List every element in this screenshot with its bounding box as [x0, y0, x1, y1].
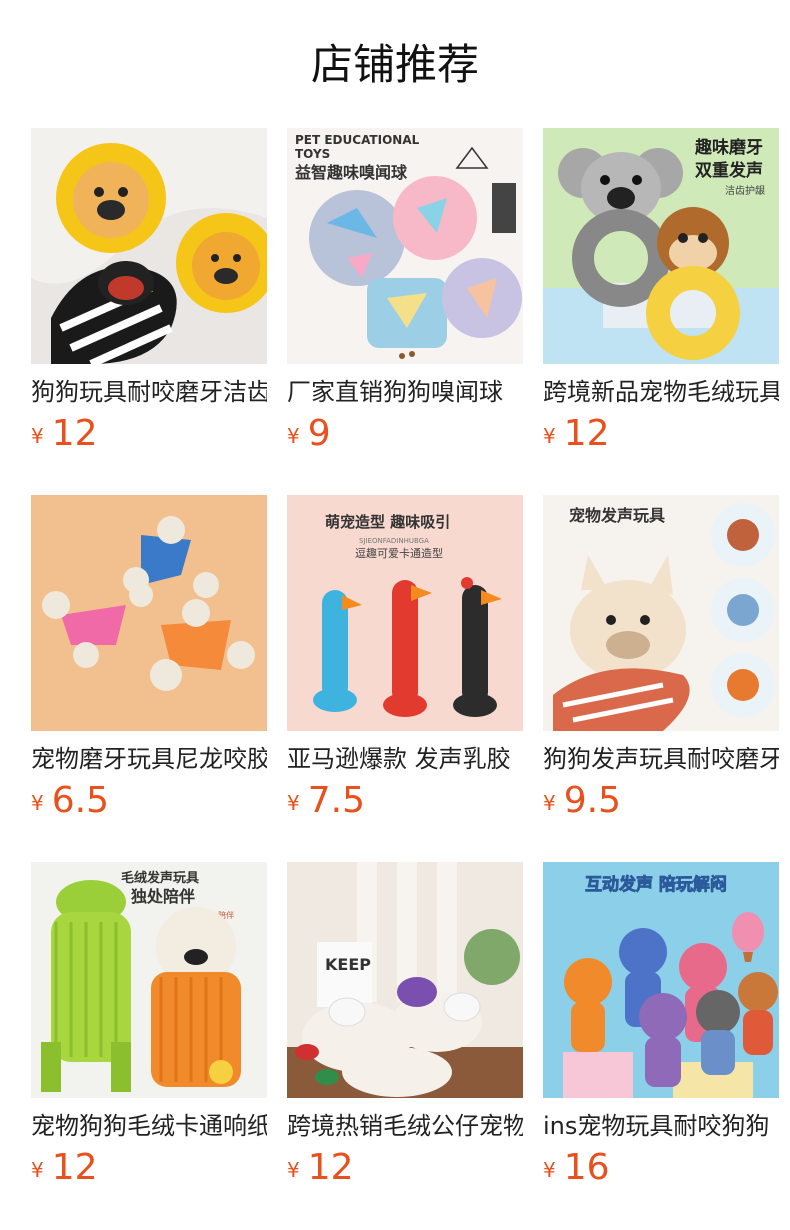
snuffle-ball-toys-image[interactable]: PET EDUCATIONAL TOYS 益智趣味嗅闻球 — [287, 128, 523, 364]
image-text-line: TOYS — [295, 147, 330, 161]
image-text-line: 萌宠造型 趣味吸引 — [325, 513, 450, 531]
image-text-line: 毛绒发声玩具 — [121, 870, 199, 886]
image-text-line: KEEP — [325, 955, 371, 974]
product-price: ¥12 — [31, 1147, 98, 1191]
image-text-line: 互动发声 陪玩解闷 — [585, 874, 727, 895]
frog-bear-plush-toys-image[interactable]: 毛绒发声玩具 独处陪伴 发声 洁齿 陪伴 — [31, 862, 267, 1098]
product-price: ¥7.5 — [287, 780, 365, 824]
product-price: ¥12 — [543, 413, 610, 457]
currency-symbol: ¥ — [31, 1158, 44, 1182]
price-amount: 12 — [51, 413, 98, 454]
product-price: ¥16 — [543, 1147, 610, 1191]
image-text-line: 益智趣味嗅闻球 — [295, 163, 408, 182]
image-text-line: 双重发声 — [695, 160, 763, 181]
currency-symbol: ¥ — [31, 424, 44, 448]
product-price: ¥12 — [287, 1147, 354, 1191]
price-amount: 16 — [563, 1147, 610, 1188]
currency-symbol: ¥ — [543, 1158, 556, 1182]
bulldog-plush-toys-image[interactable]: 宠物发声玩具 — [543, 495, 779, 731]
currency-symbol: ¥ — [287, 424, 300, 448]
product-card[interactable]: KEEP 跨境热销毛绒公仔宠物 ¥12 — [287, 862, 523, 1192]
product-card[interactable]: 毛绒发声玩具 独处陪伴 发声 洁齿 陪伴 宠物狗狗毛绒卡通响纸 ¥12 — [31, 862, 267, 1192]
image-text-line: 逗趣可爱卡通造型 — [355, 546, 443, 560]
animal-plush-toys-image[interactable]: 互动发声 陪玩解闷 — [543, 862, 779, 1098]
lamb-plush-toys-image[interactable]: KEEP — [287, 862, 523, 1098]
image-text-line: 独处陪伴 — [131, 887, 195, 906]
product-card[interactable]: PET EDUCATIONAL TOYS 益智趣味嗅闻球 厂家直销狗狗嗅闻球 ¥… — [287, 128, 523, 458]
product-name[interactable]: 亚马逊爆款 发声乳胶 — [287, 742, 523, 776]
image-text-line: 宠物发声玩具 — [569, 506, 665, 525]
koala-monkey-ring-toys-image[interactable]: 趣味磨牙 双重发声 洁齿护龈 — [543, 128, 779, 364]
price-amount: 12 — [307, 1147, 354, 1188]
nylon-chew-bone-toys-image[interactable] — [31, 495, 267, 731]
image-text-line: 洁齿护龈 — [725, 184, 765, 197]
product-card[interactable]: 萌宠造型 趣味吸引 SJIEONFADINHUBGA 逗趣可爱卡通造型 亚马逊爆… — [287, 495, 523, 825]
latex-chicken-toys-image[interactable]: 萌宠造型 趣味吸引 SJIEONFADINHUBGA 逗趣可爱卡通造型 — [287, 495, 523, 731]
price-amount: 9 — [307, 413, 331, 454]
price-amount: 12 — [563, 413, 610, 454]
product-name[interactable]: 厂家直销狗狗嗅闻球 — [287, 375, 523, 409]
product-price: ¥9 — [287, 413, 331, 457]
product-price: ¥12 — [31, 413, 98, 457]
price-amount: 9.5 — [563, 780, 621, 821]
currency-symbol: ¥ — [287, 1158, 300, 1182]
currency-symbol: ¥ — [543, 791, 556, 815]
product-price: ¥9.5 — [543, 780, 621, 824]
product-card[interactable]: 宠物磨牙玩具尼龙咬胶 ¥6.5 — [31, 495, 267, 825]
lion-zebra-plush-toys-image[interactable] — [31, 128, 267, 364]
price-amount: 7.5 — [307, 780, 365, 821]
product-name[interactable]: 跨境热销毛绒公仔宠物 — [287, 1109, 523, 1143]
product-card[interactable]: 互动发声 陪玩解闷 ins宠物玩具耐咬狗狗 ¥16 — [543, 862, 779, 1192]
product-name[interactable]: ins宠物玩具耐咬狗狗 — [543, 1109, 779, 1143]
currency-symbol: ¥ — [543, 424, 556, 448]
price-amount: 12 — [51, 1147, 98, 1188]
product-name[interactable]: 狗狗发声玩具耐咬磨牙 — [543, 742, 779, 776]
image-text-line: SJIEONFADINHUBGA — [359, 537, 429, 545]
product-card[interactable]: 趣味磨牙 双重发声 洁齿护龈 跨境新品宠物毛绒玩具 ¥12 — [543, 128, 779, 458]
product-card[interactable]: 狗狗玩具耐咬磨牙洁齿 ¥12 — [31, 128, 267, 458]
product-card[interactable]: 宠物发声玩具 狗狗发声玩具耐咬磨牙 ¥9.5 — [543, 495, 779, 825]
product-name[interactable]: 宠物磨牙玩具尼龙咬胶 — [31, 742, 267, 776]
image-text-line: PET EDUCATIONAL — [295, 133, 420, 147]
product-price: ¥6.5 — [31, 780, 109, 824]
price-amount: 6.5 — [51, 780, 109, 821]
image-text-line: 趣味磨牙 — [694, 137, 763, 158]
product-name[interactable]: 狗狗玩具耐咬磨牙洁齿 — [31, 375, 267, 409]
product-name[interactable]: 跨境新品宠物毛绒玩具 — [543, 375, 779, 409]
currency-symbol: ¥ — [287, 791, 300, 815]
product-name[interactable]: 宠物狗狗毛绒卡通响纸 — [31, 1109, 267, 1143]
page-title: 店铺推荐 — [310, 40, 479, 89]
currency-symbol: ¥ — [31, 791, 44, 815]
